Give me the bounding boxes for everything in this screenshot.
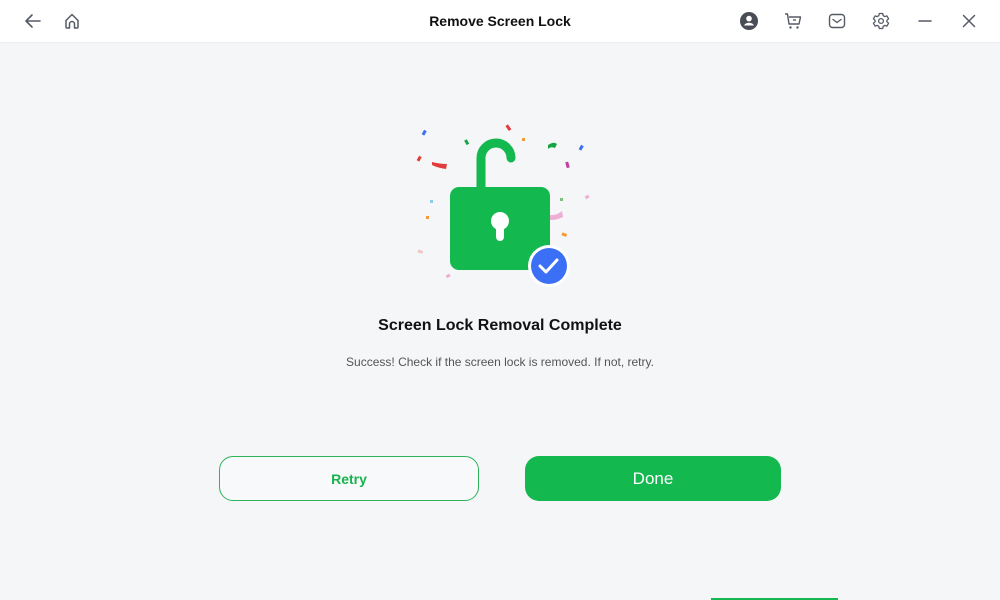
close-icon — [962, 14, 976, 28]
arrow-left-icon — [25, 14, 41, 28]
mail-icon — [828, 13, 846, 29]
back-button[interactable] — [21, 9, 45, 33]
result-heading: Screen Lock Removal Complete — [378, 317, 622, 334]
result-message: Success! Check if the screen lock is rem… — [346, 355, 654, 369]
unlocked-padlock-illustration — [400, 110, 600, 295]
retry-button[interactable]: Retry — [219, 456, 479, 501]
window-title: Remove Screen Lock — [429, 13, 571, 29]
close-button[interactable] — [957, 9, 981, 33]
title-bar: Remove Screen Lock — [0, 0, 1000, 43]
check-badge — [531, 248, 567, 284]
done-button[interactable]: Done — [525, 456, 781, 501]
settings-button[interactable] — [869, 9, 893, 33]
unlocked-padlock-with-check-icon — [416, 124, 590, 287]
cart-button[interactable] — [781, 9, 805, 33]
shopping-cart-icon — [785, 13, 802, 29]
minimize-button[interactable] — [913, 9, 937, 33]
home-button[interactable] — [60, 9, 84, 33]
user-circle-icon — [740, 12, 758, 30]
account-button[interactable] — [737, 9, 761, 33]
gear-icon — [872, 12, 890, 30]
home-icon — [65, 13, 79, 29]
mail-button[interactable] — [825, 9, 849, 33]
minimize-icon — [918, 20, 932, 22]
